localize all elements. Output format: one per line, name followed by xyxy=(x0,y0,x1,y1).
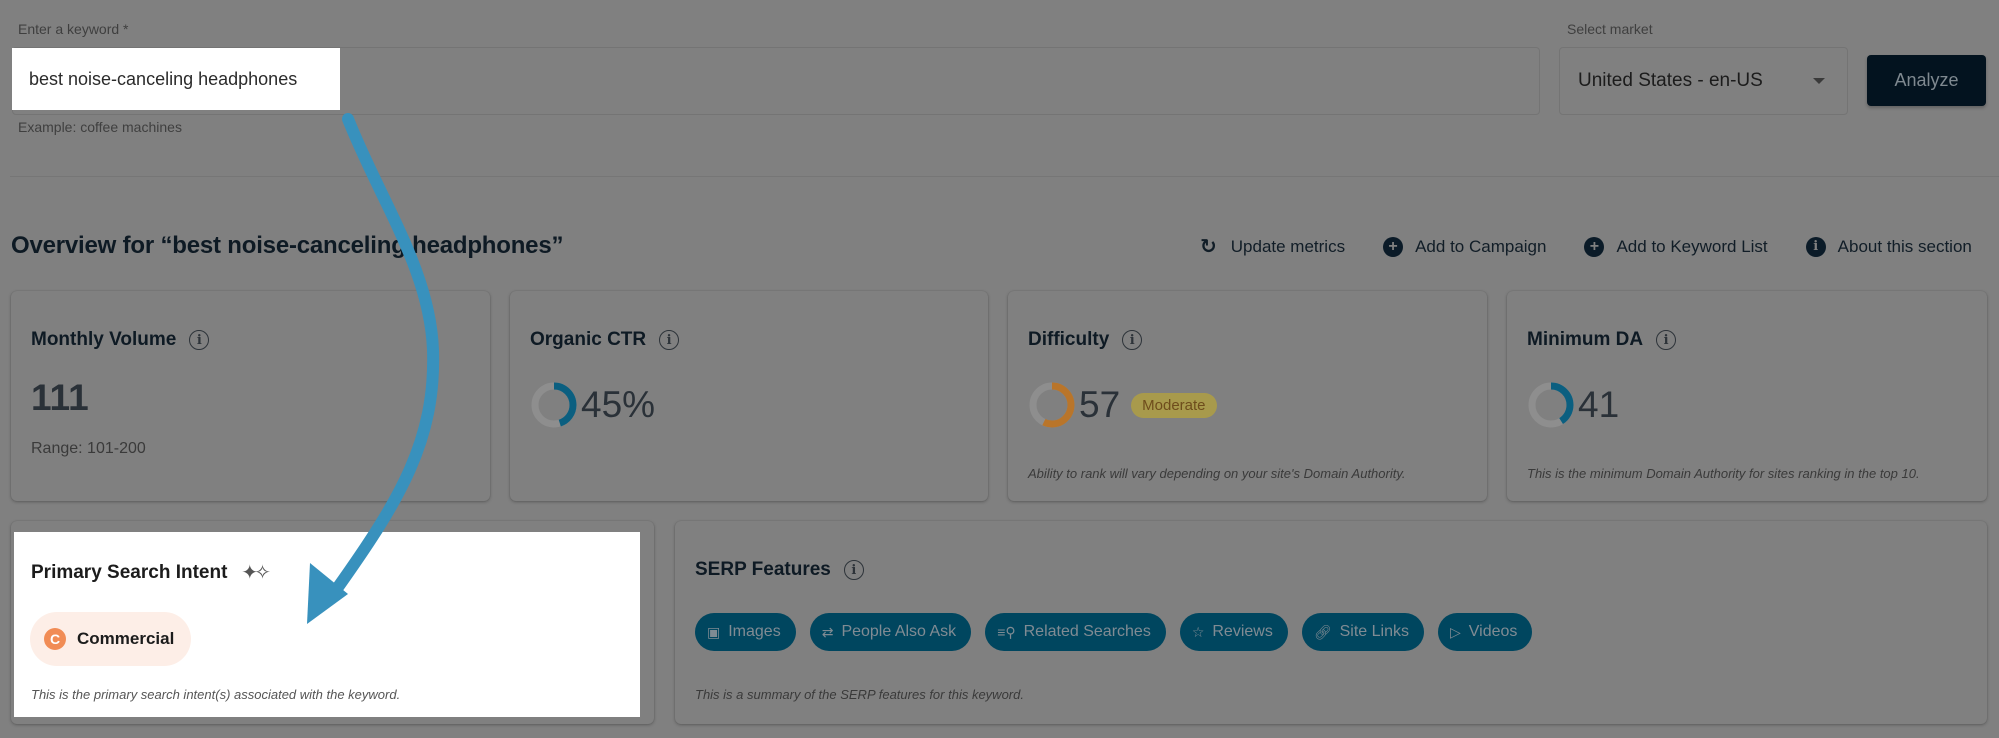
serp-title-row: SERP Features i xyxy=(695,559,864,581)
intent-label: Commercial xyxy=(77,629,175,648)
info-icon[interactable]: i xyxy=(1656,330,1677,350)
difficulty-donut xyxy=(1029,382,1075,428)
chevron-down-icon xyxy=(1813,78,1825,84)
monthly-volume-card: Monthly Volume i 111 Range: 101-200 xyxy=(11,291,490,501)
serp-chip-label: Reviews xyxy=(1212,623,1273,640)
add-to-campaign-label: Add to Campaign xyxy=(1415,236,1547,256)
add-to-campaign-button[interactable]: + Add to Campaign xyxy=(1383,234,1546,259)
intent-badge: C Commercial xyxy=(30,612,192,666)
keyword-input[interactable]: best noise-canceling headphones xyxy=(12,48,340,110)
intent-title: Primary Search Intent xyxy=(31,561,228,583)
monthly-volume-range: Range: 101-200 xyxy=(31,440,146,457)
info-icon[interactable]: i xyxy=(189,330,210,350)
serp-chip-label: Related Searches xyxy=(1023,623,1151,640)
monthly-volume-value: 111 xyxy=(31,377,89,418)
monthly-volume-title-row: Monthly Volume i xyxy=(31,329,210,351)
serp-feature-list: ▣ Images ⇄ People Also Ask ≡⚲ Related Searc… xyxy=(695,613,1533,651)
serp-chip-images[interactable]: ▣ Images xyxy=(695,613,796,651)
swap-arrows-icon: ⇄ xyxy=(821,623,834,640)
plus-circle-icon: + xyxy=(1584,236,1605,257)
update-metrics-label: Update metrics xyxy=(1230,236,1346,256)
difficulty-note: Ability to rank will vary depending on y… xyxy=(1028,466,1406,481)
intent-note: This is the primary search intent(s) ass… xyxy=(31,687,401,702)
intent-letter-icon: C xyxy=(44,628,66,650)
add-to-keyword-list-button[interactable]: + Add to Keyword List xyxy=(1584,234,1768,259)
serp-chip-label: Videos xyxy=(1468,623,1518,640)
keyword-label: Enter a keyword * xyxy=(18,21,129,37)
image-icon: ▣ xyxy=(707,623,721,640)
market-select[interactable]: United States - en-US xyxy=(1559,47,1848,115)
minimum-da-title-row: Minimum DA i xyxy=(1527,329,1677,351)
serp-chip-label: Site Links xyxy=(1339,623,1409,640)
serp-features-card: SERP Features i ▣ Images ⇄ People Also Ask… xyxy=(675,521,1987,724)
minimum-da-title: Minimum DA xyxy=(1527,329,1644,350)
serp-chip-people-also-ask[interactable]: ⇄ People Also Ask xyxy=(809,613,972,651)
overview-title: Overview for “best noise-canceling headp… xyxy=(11,232,564,259)
serp-title: SERP Features xyxy=(695,559,831,580)
organic-ctr-card: Organic CTR i 45% xyxy=(510,291,988,501)
analyze-button[interactable]: Analyze xyxy=(1867,55,1986,106)
organic-ctr-title: Organic CTR xyxy=(530,329,647,350)
about-section-label: About this section xyxy=(1837,236,1972,256)
serp-chip-label: People Also Ask xyxy=(841,623,957,640)
update-metrics-button[interactable]: ↻ Update metrics xyxy=(1200,234,1345,259)
serp-chip-videos[interactable]: ▷ Videos xyxy=(1438,613,1533,651)
organic-ctr-donut xyxy=(531,382,577,428)
star-icon: ☆ xyxy=(1191,623,1205,640)
minimum-da-donut xyxy=(1528,382,1574,428)
section-divider xyxy=(10,176,1999,177)
minimum-da-note: This is the minimum Domain Authority for… xyxy=(1527,466,1920,481)
add-to-keyword-list-label: Add to Keyword List xyxy=(1616,236,1768,256)
primary-search-intent-card: Primary Search Intent ✦✧ C Commercial Th… xyxy=(14,532,640,717)
info-icon[interactable]: i xyxy=(659,330,680,350)
info-icon[interactable]: i xyxy=(1122,330,1143,350)
minimum-da-metric: 41 xyxy=(1527,381,1619,429)
market-select-value: United States - en-US xyxy=(1578,70,1763,91)
serp-note: This is a summary of the SERP features f… xyxy=(695,687,1024,702)
difficulty-title: Difficulty xyxy=(1028,329,1110,350)
intent-title-row: Primary Search Intent ✦✧ xyxy=(31,560,271,585)
keyword-helper-text: Example: coffee machines xyxy=(18,119,182,135)
serp-chip-site-links[interactable]: 🔗︎ Site Links xyxy=(1301,613,1424,651)
overview-actions: ↻ Update metrics + Add to Campaign + Add… xyxy=(1200,234,1972,259)
monthly-volume-title: Monthly Volume xyxy=(31,329,177,350)
difficulty-title-row: Difficulty i xyxy=(1028,329,1143,351)
link-icon: 🔗︎ xyxy=(1313,623,1332,640)
minimum-da-value: 41 xyxy=(1578,384,1620,425)
organic-ctr-metric: 45% xyxy=(530,381,655,429)
difficulty-card: Difficulty i 57 Moderate Ability to rank… xyxy=(1008,291,1487,501)
difficulty-badge: Moderate xyxy=(1131,392,1217,418)
video-icon: ▷ xyxy=(1450,623,1461,640)
sparkle-icon: ✦✧ xyxy=(241,562,270,584)
difficulty-metric: 57 Moderate xyxy=(1028,381,1217,429)
list-search-icon: ≡⚲ xyxy=(997,623,1016,640)
market-label: Select market xyxy=(1567,21,1653,37)
refresh-icon: ↻ xyxy=(1200,236,1217,258)
organic-ctr-title-row: Organic CTR i xyxy=(530,329,680,351)
keyword-input-value: best noise-canceling headphones xyxy=(29,68,298,89)
serp-chip-related-searches[interactable]: ≡⚲ Related Searches xyxy=(985,613,1166,651)
info-circle-icon: i xyxy=(1805,236,1826,257)
serp-chip-label: Images xyxy=(728,623,781,640)
organic-ctr-value: 45% xyxy=(581,384,656,425)
difficulty-value: 57 xyxy=(1079,384,1121,425)
minimum-da-card: Minimum DA i 41 This is the minimum Doma… xyxy=(1507,291,1987,501)
info-icon[interactable]: i xyxy=(843,560,864,580)
serp-chip-reviews[interactable]: ☆ Reviews xyxy=(1179,613,1288,651)
about-section-button[interactable]: i About this section xyxy=(1805,234,1972,259)
plus-circle-icon: + xyxy=(1383,236,1404,257)
